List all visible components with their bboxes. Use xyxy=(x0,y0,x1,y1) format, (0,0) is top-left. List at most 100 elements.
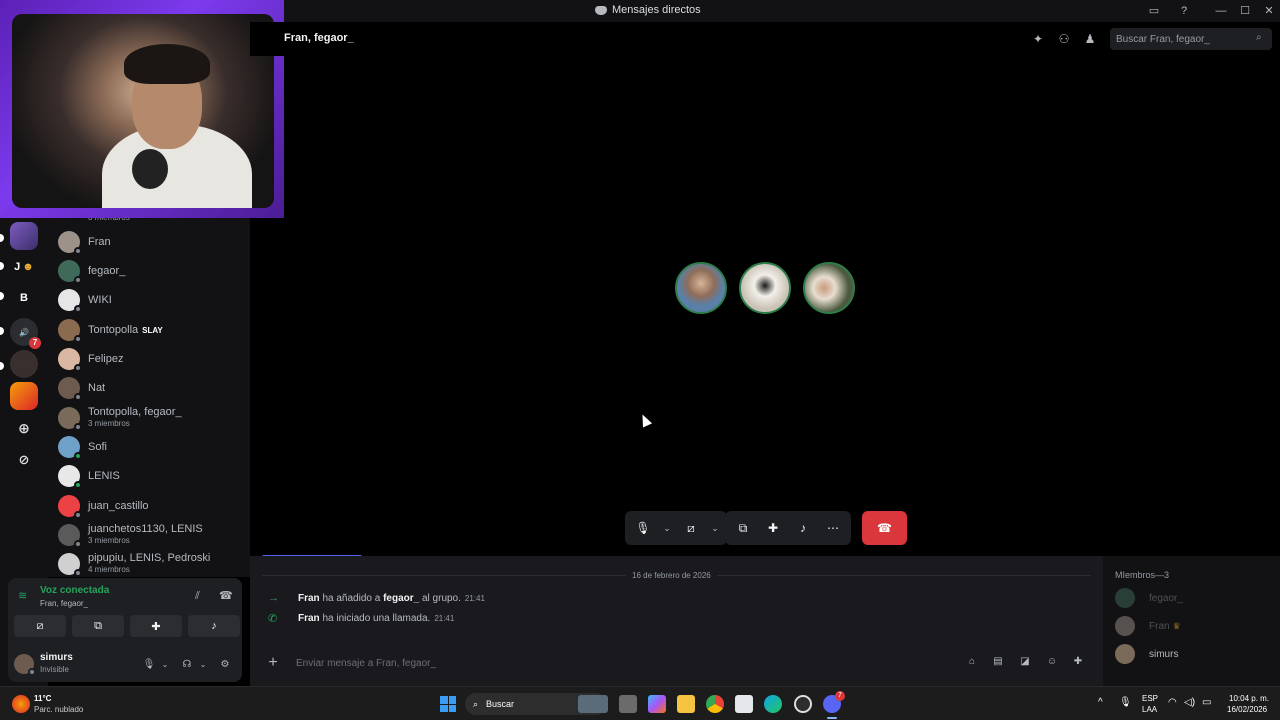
gift-icon[interactable]: ⌂ xyxy=(965,655,979,669)
weather-temp[interactable]: 11°C xyxy=(34,694,51,703)
server-label: J xyxy=(14,261,21,273)
camera-off-icon[interactable]: ⧄ xyxy=(677,514,705,542)
wifi-icon[interactable]: ◠ xyxy=(1168,697,1177,708)
chevron-down-icon[interactable]: ⌄ xyxy=(158,658,172,672)
webcam-feed xyxy=(12,14,274,208)
server-icon[interactable] xyxy=(10,350,38,378)
members-icon[interactable]: ♟ xyxy=(1082,31,1098,47)
dm-item[interactable]: juan_castillo xyxy=(56,492,244,520)
app-icon[interactable] xyxy=(794,695,812,713)
dm-item[interactable]: Sofi xyxy=(56,433,244,461)
user-panel: ≋ Voz conectada Fran, fegaor_ ⫽ ☎ ⧄ ⧉ ✚ … xyxy=(8,578,242,682)
gear-icon[interactable]: ⚙ xyxy=(218,658,232,672)
close-icon[interactable]: ✕ xyxy=(1261,3,1277,19)
chevron-up-icon[interactable]: ^ xyxy=(1098,697,1103,708)
participant-avatar[interactable] xyxy=(675,262,727,314)
add-friends-icon[interactable]: ⚇ xyxy=(1056,31,1072,47)
participant-avatar[interactable] xyxy=(739,262,791,314)
add-server-icon[interactable]: ⊕ xyxy=(10,414,38,442)
dm-item[interactable]: pipupiu, LENIS, Pedroski 4 miembros xyxy=(56,550,244,577)
taskbar-search-label: Buscar xyxy=(486,699,515,709)
dm-item[interactable]: LENIS xyxy=(56,462,244,490)
file-explorer-icon[interactable] xyxy=(677,695,695,713)
chevron-down-icon[interactable]: ⌄ xyxy=(659,514,675,542)
dm-item[interactable]: Nat xyxy=(56,374,244,402)
mic-icon[interactable]: 🎙 xyxy=(142,658,156,672)
apps-icon[interactable]: ✚ xyxy=(1071,655,1085,669)
explore-icon[interactable]: ⊘ xyxy=(10,446,38,474)
gif-icon[interactable]: ▤ xyxy=(991,655,1005,669)
window-title: Mensajes directos xyxy=(595,4,701,16)
dm-item-name: Sofi xyxy=(88,440,107,453)
soundboard-icon[interactable]: ♪ xyxy=(188,615,240,637)
copilot-icon[interactable] xyxy=(648,695,666,713)
dm-item[interactable]: juanchetos1130, LENIS 3 miembros xyxy=(56,521,244,549)
microphone-image xyxy=(132,149,168,189)
edge-icon[interactable] xyxy=(764,695,782,713)
dm-item-text: Tontopolla, fegaor_ 3 miembros xyxy=(88,407,182,429)
message-actor[interactable]: Fran xyxy=(298,593,320,604)
participant-avatar[interactable] xyxy=(803,262,855,314)
member-item[interactable]: Fran ♛ xyxy=(1115,616,1181,636)
active-app-indicator xyxy=(827,717,837,719)
mic-icon[interactable]: 🎙 xyxy=(1119,697,1132,708)
message-target[interactable]: fegaor_ xyxy=(383,593,419,604)
status-indicator xyxy=(74,247,82,255)
username[interactable]: simurs xyxy=(40,652,73,663)
windows-start-icon[interactable] xyxy=(440,696,456,712)
emoji-icon[interactable]: ☺ xyxy=(1045,655,1059,669)
dm-item[interactable]: Fran xyxy=(56,228,244,256)
task-view-icon[interactable] xyxy=(619,695,637,713)
server-icon-b[interactable]: B xyxy=(10,284,38,312)
avatar xyxy=(58,377,82,401)
search-input[interactable] xyxy=(1110,28,1272,50)
language-primary[interactable]: ESP xyxy=(1142,694,1158,703)
server-icon[interactable] xyxy=(10,382,38,410)
store-icon[interactable] xyxy=(735,695,753,713)
message-input[interactable] xyxy=(296,652,936,674)
dm-item[interactable]: Felipez xyxy=(56,345,244,373)
battery-icon[interactable]: ▭ xyxy=(1202,697,1211,708)
voice-status[interactable]: Voz conectada xyxy=(40,585,109,596)
dm-item[interactable]: Tontopolla SLAY xyxy=(56,316,244,344)
dm-item[interactable]: WIKI xyxy=(56,286,244,314)
server-icon-j[interactable]: J ☻ xyxy=(10,253,38,281)
minimize-icon[interactable]: — xyxy=(1213,3,1229,19)
member-name: simurs xyxy=(1149,648,1179,660)
server-icon[interactable] xyxy=(10,222,38,250)
chevron-down-icon[interactable]: ⌄ xyxy=(196,658,210,672)
chevron-down-icon[interactable]: ⌄ xyxy=(707,514,723,542)
dm-item[interactable]: fegaor_ xyxy=(56,257,244,285)
chrome-icon[interactable] xyxy=(706,695,724,713)
maximize-icon[interactable]: ☐ xyxy=(1237,3,1253,19)
message-actor[interactable]: Fran xyxy=(298,613,320,624)
plus-icon[interactable]: + xyxy=(264,654,282,672)
camera-off-icon[interactable]: ⧄ xyxy=(14,615,66,637)
dm-item[interactable]: Tontopolla, fegaor_ 3 miembros xyxy=(56,404,244,432)
dm-item-name: Tontopolla, fegaor_ xyxy=(88,406,182,418)
sticker-icon[interactable]: ◪ xyxy=(1018,655,1032,669)
weather-icon[interactable] xyxy=(12,695,30,713)
screen-share-icon[interactable]: ⧉ xyxy=(72,615,124,637)
clock-time[interactable]: 10:04 p. m. xyxy=(1229,694,1269,703)
more-icon[interactable]: ⋯ xyxy=(819,514,847,542)
hangup-button[interactable]: ☎ xyxy=(862,511,907,545)
mic-icon[interactable]: 🎙 xyxy=(629,514,657,542)
activity-icon[interactable]: ✚ xyxy=(130,615,182,637)
activity-icon[interactable]: ✚ xyxy=(759,514,787,542)
screen-share-icon[interactable]: ⧉ xyxy=(729,514,757,542)
server-icon-voice[interactable]: 🔊 7 xyxy=(10,318,41,349)
member-item[interactable]: simurs xyxy=(1115,644,1178,664)
avatar xyxy=(58,289,82,313)
inbox-icon[interactable]: ▭ xyxy=(1146,3,1162,19)
member-item[interactable]: fegaor_ xyxy=(1115,588,1183,608)
help-icon[interactable]: ? xyxy=(1176,3,1192,19)
soundboard-icon[interactable]: ♪ xyxy=(789,514,817,542)
disconnect-icon[interactable]: ☎ xyxy=(219,589,233,602)
pin-icon[interactable]: ✦ xyxy=(1030,31,1046,47)
avatar[interactable] xyxy=(14,654,36,676)
volume-icon[interactable]: ◁) xyxy=(1184,697,1195,708)
headphones-icon[interactable]: ☊ xyxy=(180,658,194,672)
noise-suppression-icon[interactable]: ⫽ xyxy=(195,590,200,603)
discord-taskbar-icon[interactable]: 7 xyxy=(823,691,845,713)
